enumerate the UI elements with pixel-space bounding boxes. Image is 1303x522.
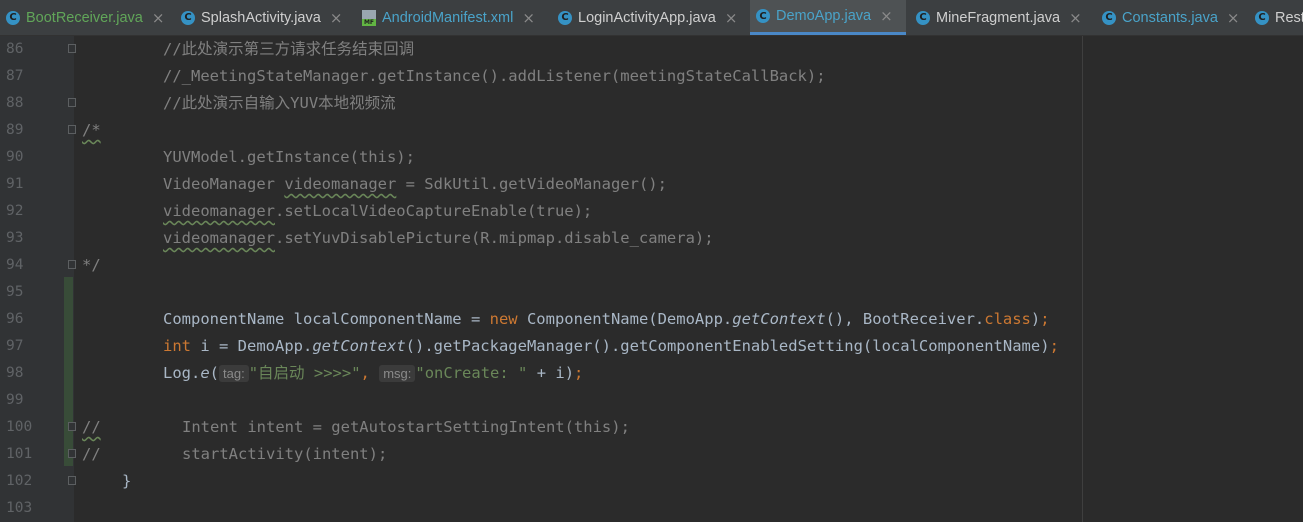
- code-line[interactable]: 94 */: [0, 252, 1303, 279]
- tab-label: Rest: [1275, 9, 1303, 26]
- code-line[interactable]: 100 // Intent intent = getAutostartSetti…: [0, 414, 1303, 441]
- tab-androidmanifest[interactable]: MF AndroidManifest.xml ×: [356, 0, 549, 35]
- line-number: 90: [6, 149, 24, 165]
- code-text: //此处演示自输入YUV本地视频流: [163, 94, 396, 112]
- line-number: 95: [6, 284, 24, 300]
- code-line[interactable]: 97 int i = DemoApp.getContext().getPacka…: [0, 333, 1303, 360]
- block-comment-close: */: [82, 256, 101, 274]
- close-icon[interactable]: ×: [1069, 9, 1082, 27]
- closing-brace: }: [122, 472, 132, 490]
- tab-bootreceiver[interactable]: C BootReceiver.java ×: [0, 0, 170, 35]
- line-number: 101: [6, 446, 33, 462]
- code-line[interactable]: 101 // startActivity(intent);: [0, 441, 1303, 468]
- unused-variable: videomanager: [284, 175, 397, 193]
- tab-label: LoginActivityApp.java: [578, 9, 716, 26]
- code-line[interactable]: 86 //此处演示第三方请求任务结束回调: [0, 36, 1303, 63]
- code-line[interactable]: 99: [0, 387, 1303, 414]
- class-icon: C: [181, 10, 195, 25]
- code-line[interactable]: 89 /*: [0, 117, 1303, 144]
- line-comment-marker: //: [82, 418, 101, 436]
- line-number: 86: [6, 41, 24, 57]
- fold-marker-icon[interactable]: [68, 476, 76, 485]
- block-comment-open: /*: [82, 121, 101, 139]
- parameter-hint-tag: tag:: [219, 365, 249, 382]
- variable-ref: videomanager: [163, 229, 275, 247]
- code-line[interactable]: 95: [0, 279, 1303, 306]
- code-line[interactable]: 90 YUVModel.getInstance(this);: [0, 144, 1303, 171]
- line-number: 87: [6, 68, 24, 84]
- code-line[interactable]: 92 videomanager.setLocalVideoCaptureEnab…: [0, 198, 1303, 225]
- close-icon[interactable]: ×: [152, 9, 165, 27]
- code-text: int i = DemoApp.getContext().getPackageM…: [163, 337, 1059, 355]
- code-text: YUVModel.getInstance(this);: [163, 148, 415, 166]
- tab-label: MineFragment.java: [936, 9, 1061, 26]
- line-number: 89: [6, 122, 24, 138]
- fold-marker-icon[interactable]: [68, 44, 76, 53]
- fold-marker-icon[interactable]: [68, 98, 76, 107]
- line-number: 98: [6, 365, 24, 381]
- code-line[interactable]: 87 //_MeetingStateManager.getInstance().…: [0, 63, 1303, 90]
- class-icon: C: [558, 10, 572, 25]
- line-number: 88: [6, 95, 24, 111]
- variable-ref: videomanager: [163, 202, 275, 220]
- tab-label: DemoApp.java: [776, 8, 872, 24]
- close-icon[interactable]: ×: [522, 9, 535, 27]
- code-line[interactable]: 93 videomanager.setYuvDisablePicture(R.m…: [0, 225, 1303, 252]
- editor-tab-bar: C BootReceiver.java × C SplashActivity.j…: [0, 0, 1303, 36]
- close-icon[interactable]: ×: [880, 7, 893, 25]
- tab-constants[interactable]: C Constants.java ×: [1096, 0, 1246, 35]
- fold-marker-icon[interactable]: [68, 260, 76, 269]
- code-line[interactable]: 103: [0, 495, 1303, 522]
- code-line[interactable]: 91 VideoManager videomanager = SdkUtil.g…: [0, 171, 1303, 198]
- line-comment-marker: //: [82, 445, 101, 463]
- tab-label: AndroidManifest.xml: [382, 9, 514, 26]
- line-number: 92: [6, 203, 24, 219]
- code-line[interactable]: 102 }: [0, 468, 1303, 495]
- line-number: 96: [6, 311, 24, 327]
- close-icon[interactable]: ×: [1227, 9, 1240, 27]
- code-text: videomanager.setLocalVideoCaptureEnable(…: [163, 202, 593, 220]
- class-icon: C: [6, 10, 20, 25]
- line-number: 94: [6, 257, 24, 273]
- code-text: VideoManager videomanager = SdkUtil.getV…: [163, 175, 667, 193]
- code-line[interactable]: 98 Log.e(tag: "自启动 >>>>", msg: "onCreate: …: [0, 360, 1303, 387]
- code-text: Intent intent = getAutostartSettingInten…: [182, 418, 630, 436]
- fold-marker-icon[interactable]: [68, 422, 76, 431]
- tab-splashactivity[interactable]: C SplashActivity.java ×: [175, 0, 354, 35]
- line-number: 102: [6, 473, 33, 489]
- code-text: //_MeetingStateManager.getInstance().add…: [163, 67, 826, 85]
- class-icon: C: [756, 9, 770, 23]
- tab-label: BootReceiver.java: [26, 9, 143, 26]
- line-number: 100: [6, 419, 33, 435]
- code-text: ComponentName localComponentName = new C…: [163, 310, 1050, 328]
- close-icon[interactable]: ×: [330, 9, 343, 27]
- code-line[interactable]: 96 ComponentName localComponentName = ne…: [0, 306, 1303, 333]
- tab-loginactivityapp[interactable]: C LoginActivityApp.java ×: [552, 0, 748, 35]
- tab-demoapp[interactable]: C DemoApp.java ×: [750, 0, 906, 35]
- tab-label: Constants.java: [1122, 9, 1218, 26]
- class-icon: C: [916, 10, 930, 25]
- parameter-hint-msg: msg:: [379, 365, 416, 382]
- code-text: startActivity(intent);: [182, 445, 388, 463]
- class-icon: C: [1102, 10, 1116, 25]
- code-text: Log.e(tag: "自启动 >>>>", msg: "onCreate: " +…: [163, 364, 584, 382]
- class-icon: C: [1255, 10, 1269, 25]
- code-line[interactable]: 88 //此处演示自输入YUV本地视频流: [0, 90, 1303, 117]
- code-text: //此处演示第三方请求任务结束回调: [163, 40, 415, 58]
- line-number: 103: [6, 500, 33, 516]
- line-number: 91: [6, 176, 24, 192]
- tab-rest[interactable]: C Rest: [1249, 0, 1303, 35]
- fold-marker-icon[interactable]: [68, 449, 76, 458]
- tab-minefragment[interactable]: C MineFragment.java ×: [910, 0, 1095, 35]
- fold-marker-icon[interactable]: [68, 125, 76, 134]
- code-text: videomanager.setYuvDisablePicture(R.mipm…: [163, 229, 714, 247]
- manifest-icon: MF: [362, 9, 376, 26]
- line-number: 99: [6, 392, 24, 408]
- close-icon[interactable]: ×: [725, 9, 738, 27]
- tab-label: SplashActivity.java: [201, 9, 321, 26]
- line-number: 93: [6, 230, 24, 246]
- line-number: 97: [6, 338, 24, 354]
